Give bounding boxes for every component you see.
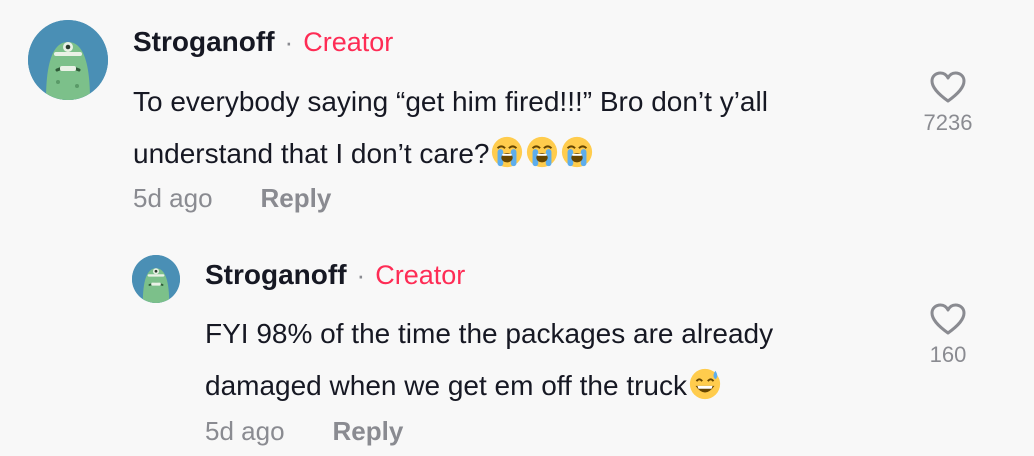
like-button[interactable]: 7236: [908, 70, 988, 136]
comment-text-line-2: understand that I don’t care?: [133, 128, 768, 180]
reply-button[interactable]: Reply: [261, 183, 332, 214]
separator-dot: ·: [284, 26, 294, 57]
avatar[interactable]: [28, 20, 108, 100]
comment-header: Stroganoff · Creator: [133, 26, 393, 58]
grinning-face-with-sweat-icon: [688, 367, 722, 401]
reply-text-line-2: damaged when we get em off the truck: [205, 360, 773, 412]
reply-text-line-2-text: damaged when we get em off the truck: [205, 370, 687, 401]
reply-text: FYI 98% of the time the packages are alr…: [205, 308, 773, 412]
loudly-crying-face-icon: [490, 135, 524, 169]
loudly-crying-face-icon: [525, 135, 559, 169]
reply-meta: 5d ago Reply: [205, 416, 403, 447]
comment-text-line-2-text: understand that I don’t care?: [133, 138, 490, 169]
comment-text-line-1: To everybody saying “get him fired!!!” B…: [133, 86, 768, 117]
heart-outline-icon: [930, 303, 966, 335]
like-button[interactable]: 160: [908, 302, 988, 368]
reply-header: Stroganoff · Creator: [205, 259, 465, 291]
like-count: 160: [929, 342, 967, 367]
creator-badge: Creator: [303, 26, 394, 57]
avatar[interactable]: [132, 255, 180, 303]
like-count: 7236: [923, 110, 973, 135]
reply-button[interactable]: Reply: [333, 416, 404, 447]
username[interactable]: Stroganoff: [205, 259, 347, 291]
comment-meta: 5d ago Reply: [133, 183, 331, 214]
creator-badge: Creator: [375, 259, 466, 290]
reply-text-line-1: FYI 98% of the time the packages are alr…: [205, 318, 774, 349]
timestamp: 5d ago: [205, 416, 285, 446]
frog-avatar-icon: [132, 255, 180, 303]
timestamp: 5d ago: [133, 183, 213, 213]
comment-text: To everybody saying “get him fired!!!” B…: [133, 76, 768, 180]
frog-avatar-icon: [28, 20, 108, 100]
username[interactable]: Stroganoff: [133, 26, 275, 58]
loudly-crying-face-icon: [560, 135, 594, 169]
heart-outline-icon: [930, 71, 966, 103]
separator-dot: ·: [356, 259, 366, 290]
